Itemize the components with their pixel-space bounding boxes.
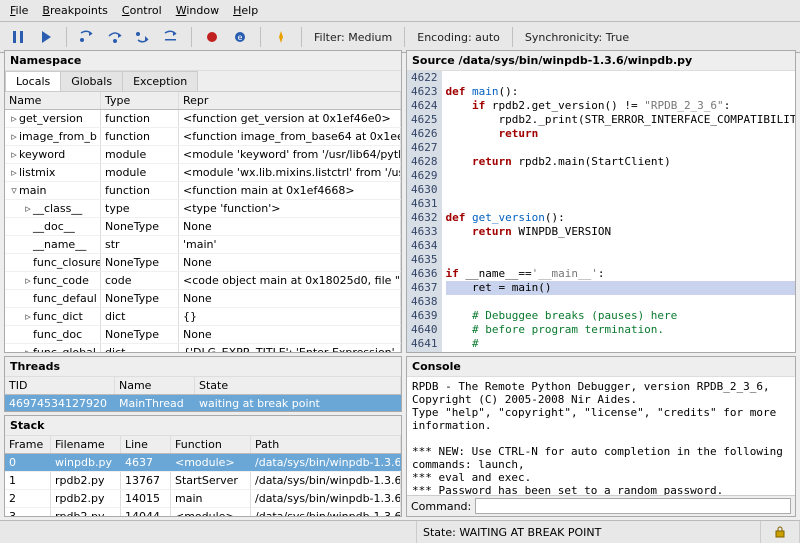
table-row[interactable]: func_docNoneTypeNone (5, 326, 401, 344)
source-body[interactable]: 4622 4623 4624 4625 4626 4627 4628 4629 … (407, 71, 795, 352)
step-into-button[interactable] (75, 25, 99, 49)
namespace-header: Name Type Repr (5, 92, 401, 110)
table-row[interactable]: ▹func_globaldict{'DLG_EXPR_TITLE': 'Ente… (5, 344, 401, 352)
menu-control[interactable]: Control (116, 2, 168, 19)
threads-title: Threads (5, 357, 401, 377)
col-name[interactable]: Name (5, 92, 101, 109)
col-type[interactable]: Type (101, 92, 179, 109)
menu-file[interactable]: File (4, 2, 34, 19)
col-thread-name[interactable]: Name (115, 377, 195, 394)
table-row[interactable]: 46974534127920MainThreadwaiting at break… (5, 395, 401, 411)
table-row[interactable]: __doc__NoneTypeNone (5, 218, 401, 236)
svg-text:e: e (238, 33, 243, 42)
command-row: Command: (407, 495, 795, 516)
pause-button[interactable] (6, 25, 30, 49)
filter-label[interactable]: Filter: Medium (310, 31, 396, 44)
stack-rows[interactable]: 0winpdb.py4637<module>/data/sys/bin/winp… (5, 454, 401, 516)
console-title: Console (407, 357, 795, 377)
status-state: State: WAITING AT BREAK POINT (417, 521, 761, 543)
table-row[interactable]: 3rpdb2.py14044<module>/data/sys/bin/winp… (5, 508, 401, 516)
col-frame[interactable]: Frame (5, 436, 51, 453)
table-row[interactable]: 1rpdb2.py13767StartServer/data/sys/bin/w… (5, 472, 401, 490)
table-row[interactable]: ▹func_codecode<code object main at 0x180… (5, 272, 401, 290)
namespace-title: Namespace (5, 51, 401, 71)
stack-panel: Stack Frame Filename Line Function Path … (4, 415, 402, 517)
breakpoint-toggle-button[interactable] (200, 25, 224, 49)
table-row[interactable]: 2rpdb2.py14015main/data/sys/bin/winpdb-1… (5, 490, 401, 508)
step-out-button[interactable] (131, 25, 155, 49)
threads-panel: Threads TID Name State 46974534127920Mai… (4, 356, 402, 412)
lock-icon (761, 521, 800, 543)
menu-bar: File Breakpoints Control Window Help (0, 0, 800, 22)
col-line[interactable]: Line (121, 436, 171, 453)
table-row[interactable]: func_closureNoneTypeNone (5, 254, 401, 272)
menu-help[interactable]: Help (227, 2, 264, 19)
table-row[interactable]: ▹keywordmodule<module 'keyword' from '/u… (5, 146, 401, 164)
source-panel: Source /data/sys/bin/winpdb-1.3.6/winpdb… (406, 50, 796, 353)
namespace-tabs: Locals Globals Exception (5, 71, 401, 92)
encoding-label[interactable]: Encoding: auto (413, 31, 504, 44)
breakpoint-enable-button[interactable]: e (228, 25, 252, 49)
table-row[interactable]: ▹listmixmodule<module 'wx.lib.mixins.lis… (5, 164, 401, 182)
source-title: Source /data/sys/bin/winpdb-1.3.6/winpdb… (407, 51, 795, 71)
source-code[interactable]: def main(): if rpdb2.get_version() != "R… (442, 71, 796, 352)
tab-locals[interactable]: Locals (5, 71, 61, 91)
command-label: Command: (411, 500, 471, 513)
tab-exception[interactable]: Exception (122, 71, 198, 91)
table-row[interactable]: ▿mainfunction<function main at 0x1ef4668… (5, 182, 401, 200)
step-over-button[interactable] (103, 25, 127, 49)
namespace-panel: Namespace Locals Globals Exception Name … (4, 50, 402, 353)
command-input[interactable] (475, 498, 791, 514)
threads-rows[interactable]: 46974534127920MainThreadwaiting at break… (5, 395, 401, 411)
source-gutter: 4622 4623 4624 4625 4626 4627 4628 4629 … (407, 71, 442, 352)
col-function[interactable]: Function (171, 436, 251, 453)
col-repr[interactable]: Repr (179, 92, 401, 109)
table-row[interactable]: func_defaulNoneTypeNone (5, 290, 401, 308)
col-path[interactable]: Path (251, 436, 401, 453)
col-tid[interactable]: TID (5, 377, 115, 394)
col-thread-state[interactable]: State (195, 377, 401, 394)
table-row[interactable]: ▹func_dictdict{} (5, 308, 401, 326)
table-row[interactable]: 0winpdb.py4637<module>/data/sys/bin/winp… (5, 454, 401, 472)
namespace-rows[interactable]: ▹get_versionfunction<function get_versio… (5, 110, 401, 352)
console-panel: Console RPDB - The Remote Python Debugge… (406, 356, 796, 517)
stack-title: Stack (5, 416, 401, 436)
tab-globals[interactable]: Globals (60, 71, 123, 91)
table-row[interactable]: __name__str'main' (5, 236, 401, 254)
menu-breakpoints[interactable]: Breakpoints (36, 2, 114, 19)
analyze-button[interactable] (269, 25, 293, 49)
synchronicity-label[interactable]: Synchronicity: True (521, 31, 633, 44)
play-button[interactable] (34, 25, 58, 49)
status-bar: State: WAITING AT BREAK POINT (0, 520, 800, 543)
col-filename[interactable]: Filename (51, 436, 121, 453)
run-to-line-button[interactable] (159, 25, 183, 49)
table-row[interactable]: ▹get_versionfunction<function get_versio… (5, 110, 401, 128)
table-row[interactable]: ▹__class__type<type 'function'> (5, 200, 401, 218)
toolbar: e Filter: Medium Encoding: auto Synchron… (0, 22, 800, 53)
menu-window[interactable]: Window (170, 2, 225, 19)
console-output[interactable]: RPDB - The Remote Python Debugger, versi… (407, 377, 795, 495)
table-row[interactable]: ▹image_from_bfunction<function image_fro… (5, 128, 401, 146)
